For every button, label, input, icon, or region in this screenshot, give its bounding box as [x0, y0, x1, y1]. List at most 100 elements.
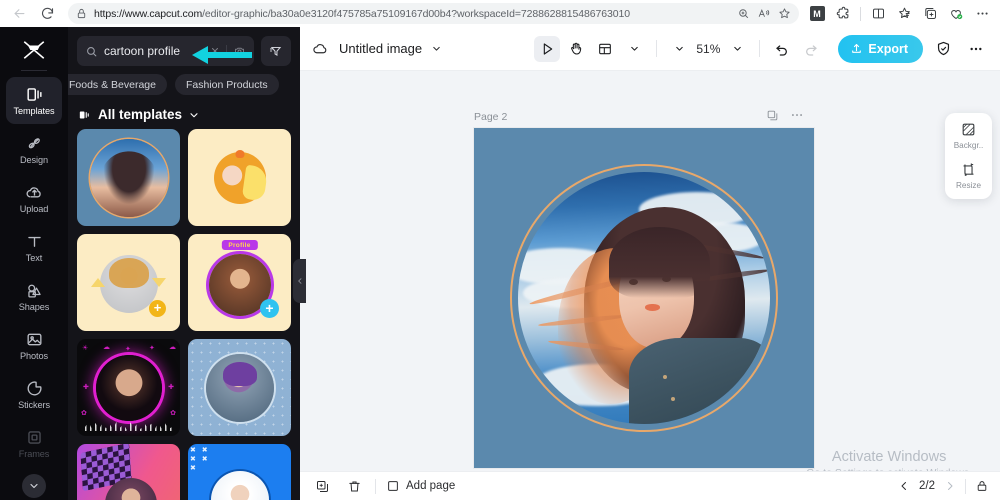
hand-tool-button[interactable] — [563, 36, 589, 62]
templates-panel: cartoon profile Foods & Beverage Fashion… — [68, 27, 300, 500]
sidebar-item-frames[interactable]: Frames — [6, 420, 62, 467]
annotation-arrow — [192, 46, 252, 64]
document-title-group[interactable]: Untitled image — [311, 40, 442, 57]
template-add-badge[interactable]: + — [149, 300, 166, 317]
export-button[interactable]: Export — [838, 34, 923, 63]
artboard[interactable] — [474, 128, 814, 468]
sidebar-label-photos: Photos — [19, 351, 48, 361]
extension-badge-m[interactable]: M — [805, 3, 829, 25]
toolbar-divider — [656, 40, 658, 57]
favorite-icon[interactable] — [778, 7, 791, 20]
template-card-2[interactable] — [188, 129, 291, 226]
add-page-label: Add page — [406, 480, 456, 492]
reload-button[interactable] — [34, 3, 60, 25]
extension-badge-label: M — [809, 6, 825, 21]
browser-essentials-icon[interactable] — [944, 3, 968, 25]
sidebar-item-templates[interactable]: Templates — [6, 77, 62, 124]
category-chips: Foods & Beverage Fashion Products — [68, 66, 300, 95]
all-templates-label: All templates — [98, 107, 183, 122]
watermark-title: Activate Windows — [831, 449, 947, 465]
template-card-8[interactable]: ✖ ✖ ✖ ✖ ✖ — [188, 444, 291, 500]
cloud-saved-icon — [311, 40, 330, 57]
sidebar-item-upload[interactable]: Upload — [6, 175, 62, 222]
document-title-chevron-icon[interactable] — [431, 43, 442, 54]
chip-fashion-products[interactable]: Fashion Products — [174, 74, 279, 95]
bottom-bar: Add page 2/2 — [300, 471, 1000, 500]
extensions-icon[interactable] — [831, 3, 855, 25]
sidebar-item-photos[interactable]: Photos — [6, 322, 62, 369]
template-card-7[interactable] — [77, 444, 180, 500]
floating-tool-card: Backgr.. Resize — [945, 113, 992, 199]
sidebar-item-shapes[interactable]: Shapes — [6, 273, 62, 320]
url-path: /editor-graphic/ba30a0e3120f475785a75109… — [202, 7, 630, 20]
layout-chevron-icon[interactable] — [621, 36, 647, 62]
sidebar-label-templates: Templates — [13, 106, 55, 116]
artwork-ring — [510, 164, 778, 432]
sidebar-item-design[interactable]: Design — [6, 126, 62, 173]
right-actions: Export — [838, 34, 989, 63]
left-rail: Templates Design Upload Text Shapes Phot… — [0, 27, 68, 500]
chip-foods-beverage[interactable]: Foods & Beverage — [68, 74, 167, 95]
toolbar-divider-2 — [759, 40, 761, 57]
sidebar-item-text[interactable]: Text — [6, 224, 62, 271]
search-icon — [85, 45, 98, 58]
sidebar-label-shapes: Shapes — [18, 302, 50, 312]
search-row: cartoon profile — [68, 27, 300, 66]
sidebar-label-stickers: Stickers — [18, 400, 50, 410]
zoom-icon[interactable] — [737, 7, 750, 20]
template-card-1[interactable] — [77, 129, 180, 226]
collections-icon[interactable] — [892, 3, 916, 25]
url-domain: https://www.capcut.com — [94, 7, 203, 20]
zoom-dropdown-button[interactable] — [724, 36, 750, 62]
lock-icon — [76, 8, 87, 19]
address-bar[interactable]: https://www.capcut.com/editor-graphic/ba… — [68, 3, 799, 24]
settings-more-icon[interactable] — [970, 3, 994, 25]
copy-page-icon[interactable] — [311, 475, 333, 497]
duplicate-page-icon[interactable] — [766, 109, 779, 122]
read-aloud-icon[interactable] — [757, 7, 771, 20]
rail-divider — [21, 70, 47, 71]
shield-icon[interactable] — [930, 36, 956, 62]
zoom-out-button[interactable] — [666, 36, 692, 62]
template-grid: + Profile + ☀ ☁ ✦ ✦ ☁ ✿ ✿ ✚ ✚ ✖ ✖ ✖ ✖ ✖ — [68, 129, 300, 500]
undo-button[interactable] — [769, 36, 795, 62]
all-templates-dropdown[interactable]: All templates — [68, 95, 300, 129]
toolbar-divider — [860, 6, 861, 21]
capcut-editor: Templates Design Upload Text Shapes Phot… — [0, 27, 1000, 500]
rail-expand-more-button[interactable] — [22, 474, 46, 498]
background-tool[interactable]: Backgr.. — [945, 121, 992, 150]
back-button[interactable] — [6, 3, 32, 25]
add-page-button[interactable]: Add page — [386, 479, 455, 493]
template-add-badge[interactable]: + — [260, 299, 279, 318]
template-card-5[interactable]: ☀ ☁ ✦ ✦ ☁ ✿ ✿ ✚ ✚ — [77, 339, 180, 436]
sidebar-label-design: Design — [20, 155, 48, 165]
export-icon — [850, 42, 863, 55]
page-count-label: 2/2 — [919, 480, 935, 492]
sidebar-item-stickers[interactable]: Stickers — [6, 371, 62, 418]
prev-page-icon[interactable] — [898, 480, 910, 492]
url-text: https://www.capcut.com/editor-graphic/ba… — [94, 8, 730, 20]
document-title: Untitled image — [339, 41, 423, 56]
add-tab-group-icon[interactable] — [918, 3, 942, 25]
editor-toolbar: Untitled image 51% Export — [300, 27, 1000, 71]
page-more-icon[interactable] — [790, 108, 804, 122]
lock-page-icon[interactable] — [975, 479, 989, 493]
layout-tool-button[interactable] — [592, 36, 618, 62]
capcut-logo[interactable] — [14, 33, 54, 67]
zoom-level-value: 51% — [696, 41, 721, 56]
resize-tool[interactable]: Resize — [945, 161, 992, 190]
template-card-4[interactable]: Profile + — [188, 234, 291, 331]
split-screen-icon[interactable] — [866, 3, 890, 25]
template-card-6[interactable] — [188, 339, 291, 436]
panel-collapse-handle[interactable] — [293, 259, 306, 303]
delete-page-icon[interactable] — [343, 475, 365, 497]
filter-button[interactable] — [261, 36, 291, 66]
more-options-icon[interactable] — [963, 36, 989, 62]
redo-button[interactable] — [798, 36, 824, 62]
export-label: Export — [868, 41, 908, 56]
resize-tool-label: Resize — [955, 181, 982, 190]
select-tool-button[interactable] — [534, 35, 561, 62]
template-card-3[interactable]: + — [77, 234, 180, 331]
canvas-area[interactable]: Page 2 Backgr.. Resize Activate Windows — [300, 71, 1000, 500]
next-page-icon[interactable] — [944, 480, 956, 492]
